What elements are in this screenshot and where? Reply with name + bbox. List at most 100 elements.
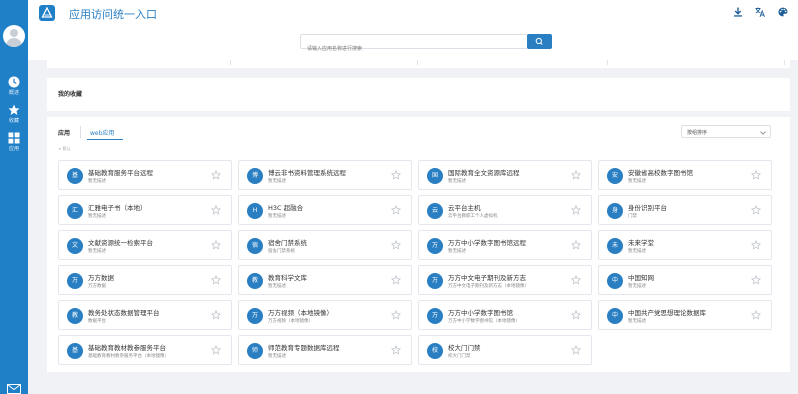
app-card[interactable]: 万万方数据 万方数据 xyxy=(58,265,232,295)
favorites-title: 我的收藏 xyxy=(58,91,83,98)
star-icon[interactable] xyxy=(571,345,581,355)
app-name: 身份识别平台 xyxy=(628,204,667,212)
app-card[interactable]: 安安徽省高校数字图书馆 暂无描述 xyxy=(598,160,772,190)
divider xyxy=(607,60,608,65)
app-badge: 宿 xyxy=(247,238,263,254)
search-field[interactable] xyxy=(300,34,528,56)
sidebar-item-apps[interactable]: 应用 xyxy=(0,132,28,152)
mail-icon[interactable] xyxy=(7,384,21,394)
app-card[interactable]: 云云平台主机 云平台教职工个人虚拟机 xyxy=(418,195,592,225)
app-badge: 校 xyxy=(427,343,443,359)
search-button[interactable] xyxy=(527,34,552,49)
app-card[interactable]: H H3C 超融合 暂无描述 xyxy=(238,195,412,225)
star-icon[interactable] xyxy=(751,275,761,285)
clock-icon xyxy=(8,76,20,88)
app-badge: 国 xyxy=(427,168,443,184)
app-card[interactable]: 中中国共产党思想理论数据库 暂无描述 xyxy=(598,300,772,330)
app-badge: 万 xyxy=(427,308,443,324)
app-description: 万方视频（本地镜像） xyxy=(268,319,313,324)
app-description: 暂无描述 xyxy=(628,319,646,324)
app-card[interactable]: 博博云非书资料管理系统远程 暂无描述 xyxy=(238,160,412,190)
app-name: 万方中小学数字图书馆 xyxy=(448,309,513,317)
app-card[interactable]: 基基础教育教材教参服务平台 基础教育教材教参服务平台（本地镜像） xyxy=(58,335,232,365)
star-icon[interactable] xyxy=(391,310,401,320)
palette-icon[interactable] xyxy=(778,7,788,17)
app-name: 校大门门禁 xyxy=(448,344,481,352)
app-name: 教务处状态数据管理平台 xyxy=(88,309,160,317)
app-description: 暂无描述 xyxy=(448,179,466,184)
download-icon[interactable] xyxy=(733,7,743,17)
app-card[interactable]: 未未来学堂 暂无描述 xyxy=(598,230,772,260)
star-icon[interactable] xyxy=(211,275,221,285)
star-icon[interactable] xyxy=(211,345,221,355)
app-card[interactable]: 中中国知网 暂无描述 xyxy=(598,265,772,295)
app-badge: 身 xyxy=(607,203,623,219)
app-card[interactable]: 教教务处状态数据管理平台 数据平台 xyxy=(58,300,232,330)
star-icon[interactable] xyxy=(391,240,401,250)
app-badge: 云 xyxy=(427,203,443,219)
star-icon[interactable] xyxy=(391,275,401,285)
star-icon[interactable] xyxy=(571,170,581,180)
app-description: 暂无描述 xyxy=(88,179,106,184)
app-description: 万方数据 xyxy=(88,284,106,289)
tab-apps[interactable]: 应用 xyxy=(58,128,70,137)
star-icon[interactable] xyxy=(391,345,401,355)
app-name: 万方中文电子期刊及新方志 xyxy=(448,274,526,282)
star-icon[interactable] xyxy=(751,240,761,250)
star-icon[interactable] xyxy=(211,240,221,250)
app-name: 国际教育全文资源库远程 xyxy=(448,169,520,177)
star-icon[interactable] xyxy=(211,170,221,180)
app-name: 云平台主机 xyxy=(448,204,481,212)
search-input[interactable] xyxy=(301,42,527,56)
star-icon[interactable] xyxy=(751,310,761,320)
app-card[interactable]: 教教育科学文库 暂无描述 xyxy=(238,265,412,295)
star-icon[interactable] xyxy=(751,170,761,180)
star-icon[interactable] xyxy=(391,170,401,180)
app-name: 万方中小学数字图书馆远程 xyxy=(448,239,526,247)
app-badge: 汇 xyxy=(67,203,83,219)
sidebar-item-label: 概述 xyxy=(8,90,19,96)
app-card[interactable]: 校校大门门禁 校大门门禁 xyxy=(418,335,592,365)
app-badge: 万 xyxy=(67,273,83,289)
divider xyxy=(784,60,785,65)
app-card[interactable]: 基基础教育服务平台远程 暂无描述 xyxy=(58,160,232,190)
chevron-down-icon xyxy=(760,129,766,135)
app-name: 宿舍门禁系统 xyxy=(268,239,307,247)
app-card[interactable]: 师师范教育专题数据库远程 暂无描述 xyxy=(238,335,412,365)
collapse-icon: ∞ xyxy=(58,146,62,151)
tab-web-apps[interactable]: web应用 xyxy=(90,128,114,137)
star-icon[interactable] xyxy=(391,205,401,215)
app-description: 暂无描述 xyxy=(628,249,646,254)
star-icon[interactable] xyxy=(571,205,581,215)
app-card[interactable]: 身身份识别平台 门禁 xyxy=(598,195,772,225)
star-icon[interactable] xyxy=(211,310,221,320)
star-icon[interactable] xyxy=(571,275,581,285)
star-icon[interactable] xyxy=(211,205,221,215)
app-card[interactable]: 汇汇雅电子书（本地） 暂无描述 xyxy=(58,195,232,225)
app-card[interactable]: 文文献资源统一检索平台 暂无描述 xyxy=(58,230,232,260)
app-card[interactable]: 万万方视频（本地镜像） 万方视频（本地镜像） xyxy=(238,300,412,330)
app-card[interactable]: 国国际教育全文资源库远程 暂无描述 xyxy=(418,160,592,190)
app-card[interactable]: 万万方中小学数字图书馆远程 暂无描述 xyxy=(418,230,592,260)
sort-select[interactable]: 按组排序 xyxy=(681,125,771,138)
previous-section-strip xyxy=(47,60,790,68)
app-name: 基础教育教材教参服务平台 xyxy=(88,344,166,352)
sidebar: 概述 收藏 应用 xyxy=(0,0,28,394)
sidebar-item-favorites[interactable]: 收藏 xyxy=(0,104,28,124)
star-icon[interactable] xyxy=(571,240,581,250)
app-description: 万方中小学数字图书馆（本地镜像） xyxy=(448,319,520,324)
avatar[interactable] xyxy=(3,25,25,47)
app-name: 基础教育服务平台远程 xyxy=(88,169,153,177)
app-name: 中国共产党思想理论数据库 xyxy=(628,309,706,317)
app-card[interactable]: 万万方中小学数字图书馆万方中小学数字图书馆（本地镜像） xyxy=(418,300,592,330)
app-description: 暂无描述 xyxy=(268,284,286,289)
app-card[interactable]: 宿宿舍门禁系统 宿舍门禁系统 xyxy=(238,230,412,260)
translate-icon[interactable] xyxy=(755,7,765,17)
star-icon[interactable] xyxy=(751,205,761,215)
group-label-text: 默认 xyxy=(62,146,71,151)
sidebar-item-overview[interactable]: 概述 xyxy=(0,76,28,96)
app-logo xyxy=(39,5,55,21)
app-badge: 教 xyxy=(67,308,83,324)
star-icon[interactable] xyxy=(571,310,581,320)
app-card[interactable]: 万万方中文电子期刊及新方志 万方中文电子期刊及新方志（本地镜像） xyxy=(418,265,592,295)
